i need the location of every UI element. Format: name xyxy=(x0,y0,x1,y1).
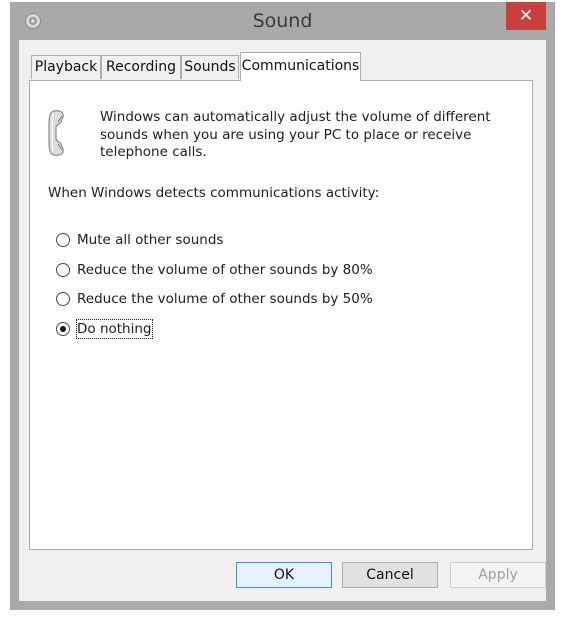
intro-line: telephone calls. xyxy=(100,144,207,160)
activity-question: When Windows detects communications acti… xyxy=(48,185,380,201)
radio-selected-dot xyxy=(60,326,66,332)
intro-line: Windows can automatically adjust the vol… xyxy=(100,109,491,125)
cancel-button[interactable]: Cancel xyxy=(342,562,438,588)
telephone-handset-icon xyxy=(46,109,72,157)
window-title: Sound xyxy=(252,10,313,32)
communications-panel: Windows can automatically adjust the vol… xyxy=(29,80,533,550)
ok-button[interactable]: OK xyxy=(236,562,332,588)
close-icon: ✕ xyxy=(518,6,534,26)
radio-button[interactable] xyxy=(56,292,70,306)
option-label[interactable]: Mute all other sounds xyxy=(77,231,223,249)
tab-sounds[interactable]: Sounds xyxy=(181,55,239,79)
intro-text: Windows can automatically adjust the vol… xyxy=(100,109,520,162)
option-label[interactable]: Reduce the volume of other sounds by 50% xyxy=(77,290,373,308)
close-button[interactable]: ✕ xyxy=(506,2,546,30)
tab-communications[interactable]: Communications xyxy=(240,52,361,81)
tab-playback[interactable]: Playback xyxy=(31,55,101,79)
option-label[interactable]: Reduce the volume of other sounds by 80% xyxy=(77,261,373,279)
radio-button-selected[interactable] xyxy=(56,322,70,336)
dialog-client-area: Playback Recording Sounds Communications… xyxy=(19,40,546,601)
intro-line: sounds when you are using your PC to pla… xyxy=(100,126,472,143)
apply-button[interactable]: Apply xyxy=(450,562,546,588)
radio-button[interactable] xyxy=(56,263,70,277)
radio-button[interactable] xyxy=(56,233,70,247)
option-label[interactable]: Do nothing xyxy=(76,319,153,339)
title-bar[interactable]: Sound ✕ xyxy=(10,2,555,40)
sound-dialog: Sound ✕ Playback Recording Sounds Commun… xyxy=(10,2,555,610)
tab-recording[interactable]: Recording xyxy=(101,55,181,79)
